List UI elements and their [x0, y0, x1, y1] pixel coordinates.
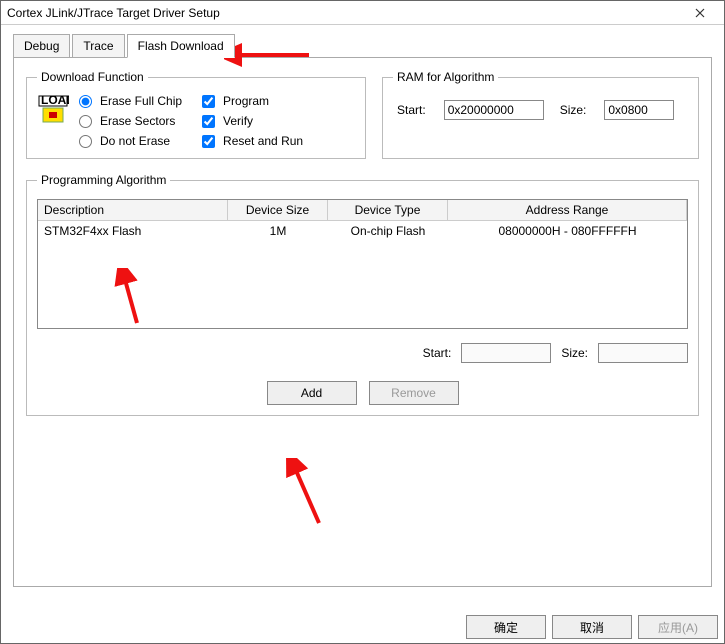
- dialog-window: Cortex JLink/JTrace Target Driver Setup …: [0, 0, 725, 644]
- add-button[interactable]: Add: [267, 381, 357, 405]
- tab-debug[interactable]: Debug: [13, 34, 70, 58]
- ram-legend: RAM for Algorithm: [393, 70, 498, 84]
- apply-button: 应用(A): [638, 615, 718, 639]
- tab-strip: Debug Trace Flash Download: [13, 33, 712, 57]
- tab-page-flash: Download Function LOAD: [13, 57, 712, 587]
- col-device-size[interactable]: Device Size: [228, 200, 328, 220]
- table-header: Description Device Size Device Type Addr…: [38, 200, 687, 221]
- titlebar: Cortex JLink/JTrace Target Driver Setup: [1, 1, 724, 25]
- programming-algorithm-legend: Programming Algorithm: [37, 173, 170, 187]
- radio-erase-full-input[interactable]: [79, 95, 92, 108]
- download-function-legend: Download Function: [37, 70, 148, 84]
- dialog-footer: 确定 取消 应用(A): [466, 615, 718, 639]
- alg-start-input: [461, 343, 551, 363]
- cell-address-range: 08000000H - 080FFFFFH: [448, 221, 687, 241]
- check-verify[interactable]: Verify: [202, 114, 303, 128]
- check-program-input[interactable]: [202, 95, 215, 108]
- programming-algorithm-group: Programming Algorithm Description Device…: [26, 173, 699, 416]
- check-reset-run-input[interactable]: [202, 135, 215, 148]
- cell-description: STM32F4xx Flash: [38, 221, 228, 241]
- alg-size-input: [598, 343, 688, 363]
- ram-start-input[interactable]: [444, 100, 544, 120]
- ram-size-input[interactable]: [604, 100, 674, 120]
- cancel-button[interactable]: 取消: [552, 615, 632, 639]
- col-address-range[interactable]: Address Range: [448, 200, 687, 220]
- radio-do-not-erase-input[interactable]: [79, 135, 92, 148]
- check-reset-run[interactable]: Reset and Run: [202, 134, 303, 148]
- ram-size-label: Size:: [560, 103, 587, 117]
- remove-button: Remove: [369, 381, 459, 405]
- ok-button[interactable]: 确定: [466, 615, 546, 639]
- table-row[interactable]: STM32F4xx Flash 1M On-chip Flash 0800000…: [38, 221, 687, 241]
- radio-erase-sectors[interactable]: Erase Sectors: [79, 114, 182, 128]
- check-verify-input[interactable]: [202, 115, 215, 128]
- check-program[interactable]: Program: [202, 94, 303, 108]
- radio-erase-sectors-input[interactable]: [79, 115, 92, 128]
- radio-erase-full[interactable]: Erase Full Chip: [79, 94, 182, 108]
- ram-for-algorithm-group: RAM for Algorithm Start: Size:: [382, 70, 699, 159]
- client-area: Debug Trace Flash Download Download Func…: [1, 25, 724, 595]
- svg-text:LOAD: LOAD: [41, 94, 69, 107]
- alg-size-label: Size:: [561, 346, 588, 360]
- col-device-type[interactable]: Device Type: [328, 200, 448, 220]
- radio-do-not-erase[interactable]: Do not Erase: [79, 134, 182, 148]
- tab-flash-download[interactable]: Flash Download: [127, 34, 235, 58]
- close-icon[interactable]: [680, 2, 720, 24]
- col-description[interactable]: Description: [38, 200, 228, 220]
- download-function-group: Download Function LOAD: [26, 70, 366, 159]
- alg-start-label: Start:: [423, 346, 452, 360]
- ram-start-label: Start:: [397, 103, 426, 117]
- cell-device-size: 1M: [228, 221, 328, 241]
- annotation-arrow-icon: [274, 458, 334, 528]
- load-icon: LOAD: [37, 94, 69, 126]
- window-title: Cortex JLink/JTrace Target Driver Setup: [5, 6, 680, 20]
- algorithm-table[interactable]: Description Device Size Device Type Addr…: [37, 199, 688, 329]
- tab-trace[interactable]: Trace: [72, 34, 124, 58]
- cell-device-type: On-chip Flash: [328, 221, 448, 241]
